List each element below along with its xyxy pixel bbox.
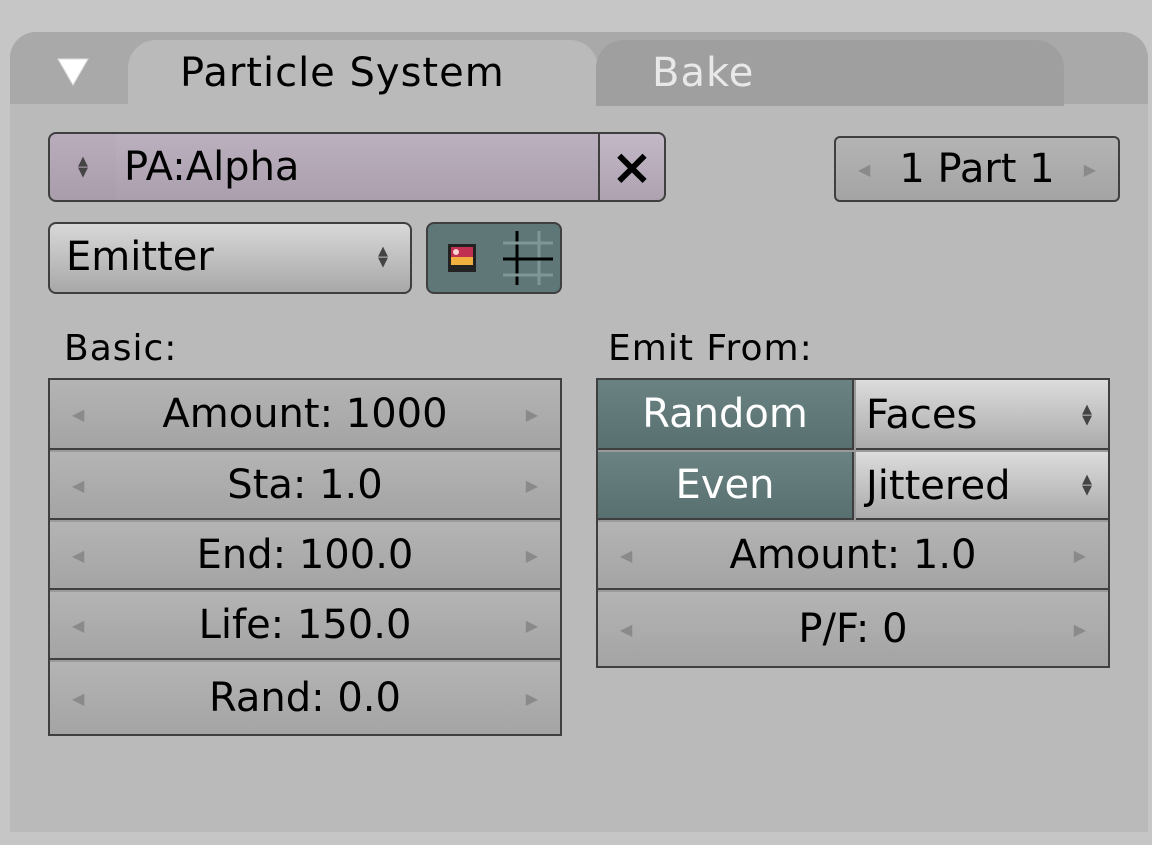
basic-rand-label: Rand: 0.0: [209, 675, 401, 721]
basic-heading: Basic:: [64, 328, 178, 369]
up-down-arrows-icon: ▲ ▼: [78, 154, 88, 180]
tab-bake[interactable]: Bake: [596, 40, 1064, 106]
datablock-browse-button[interactable]: ▲ ▼: [48, 132, 118, 202]
render-image-icon: [448, 244, 476, 272]
up-down-arrows-icon: ▲ ▼: [378, 244, 388, 270]
decrement-arrow-icon[interactable]: ◀: [72, 662, 84, 734]
emit-random-label: Random: [642, 391, 808, 437]
decrement-arrow-icon[interactable]: ◀: [72, 592, 84, 658]
decrement-arrow-icon[interactable]: ◀: [858, 138, 870, 200]
up-down-arrows-icon: ▲ ▼: [1082, 402, 1092, 428]
particle-system-index-label: 1 Part 1: [899, 146, 1055, 192]
emit-distribution-value: Jittered: [866, 463, 1011, 509]
datablock-clear-button[interactable]: ×: [598, 132, 666, 202]
emit-from-element-value: Faces: [866, 392, 978, 438]
emit-from-element-select[interactable]: Faces ▲ ▼: [856, 380, 1108, 450]
emit-from-heading: Emit From:: [608, 328, 813, 369]
tab-particle-system[interactable]: Particle System: [128, 40, 598, 106]
basic-amount-label: Amount: 1000: [162, 391, 448, 437]
emit-even-label: Even: [675, 462, 775, 508]
increment-arrow-icon[interactable]: ▶: [526, 522, 538, 588]
decrement-arrow-icon[interactable]: ◀: [72, 380, 84, 448]
particle-type-value: Emitter: [66, 234, 214, 280]
particle-type-select[interactable]: Emitter ▲ ▼: [48, 222, 412, 294]
grid-icon: [503, 231, 553, 285]
basic-amount-field[interactable]: ◀ Amount: 1000 ▶: [50, 380, 560, 450]
emit-distribution-select[interactable]: Jittered ▲ ▼: [856, 452, 1108, 520]
decrement-arrow-icon[interactable]: ◀: [72, 452, 84, 518]
emit-amount-label: Amount: 1.0: [729, 532, 977, 578]
basic-life-field[interactable]: ◀ Life: 150.0 ▶: [50, 592, 560, 660]
render-visibility-toggle[interactable]: [426, 222, 498, 294]
basic-end-field[interactable]: ◀ End: 100.0 ▶: [50, 522, 560, 590]
grid-display-toggle[interactable]: [496, 222, 562, 294]
particle-panel-window: Particle System Bake ▲ ▼ PA:Alpha × ◀ 1 P…: [0, 0, 1152, 845]
increment-arrow-icon[interactable]: ▶: [1074, 522, 1086, 588]
emit-amount-field[interactable]: ◀ Amount: 1.0 ▶: [598, 522, 1108, 590]
emit-random-toggle[interactable]: Random: [598, 380, 854, 450]
particle-system-index-field[interactable]: ◀ 1 Part 1 ▶: [834, 136, 1120, 202]
basic-start-field[interactable]: ◀ Sta: 1.0 ▶: [50, 452, 560, 520]
decrement-arrow-icon[interactable]: ◀: [620, 522, 632, 588]
basic-end-label: End: 100.0: [196, 532, 414, 578]
basic-life-label: Life: 150.0: [198, 602, 412, 648]
decrement-arrow-icon[interactable]: ◀: [620, 592, 632, 666]
basic-start-label: Sta: 1.0: [227, 462, 383, 508]
up-down-arrows-icon: ▲ ▼: [1082, 472, 1092, 498]
increment-arrow-icon[interactable]: ▶: [526, 380, 538, 448]
emit-even-toggle[interactable]: Even: [598, 452, 854, 520]
close-icon: ×: [611, 138, 653, 196]
emit-per-face-label: P/F: 0: [798, 606, 908, 652]
datablock-name-text: PA:Alpha: [124, 144, 300, 190]
decrement-arrow-icon[interactable]: ◀: [72, 522, 84, 588]
increment-arrow-icon[interactable]: ▶: [1074, 592, 1086, 666]
basic-rand-field[interactable]: ◀ Rand: 0.0 ▶: [50, 662, 560, 734]
increment-arrow-icon[interactable]: ▶: [1084, 138, 1096, 200]
emit-per-face-field[interactable]: ◀ P/F: 0 ▶: [598, 592, 1108, 666]
increment-arrow-icon[interactable]: ▶: [526, 452, 538, 518]
collapse-triangle-icon[interactable]: [54, 56, 92, 88]
increment-arrow-icon[interactable]: ▶: [526, 662, 538, 734]
datablock-name-field[interactable]: PA:Alpha: [116, 132, 602, 202]
increment-arrow-icon[interactable]: ▶: [526, 592, 538, 658]
